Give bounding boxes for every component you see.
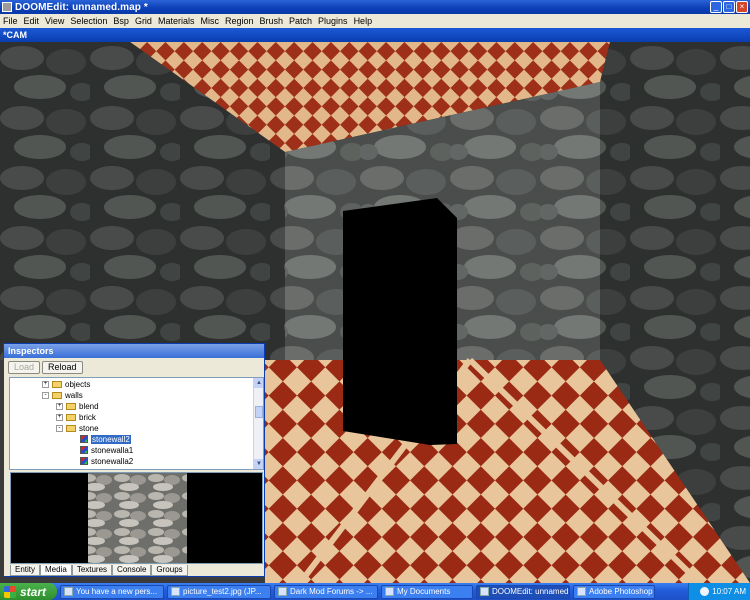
menu-plugins[interactable]: Plugins: [318, 16, 348, 26]
scrollbar-thumb[interactable]: [255, 406, 263, 418]
tree-item-stone[interactable]: - stone: [56, 423, 99, 433]
browser-icon: [64, 587, 73, 596]
tree-item-objects[interactable]: + objects: [42, 379, 90, 389]
desktop: DOOMEdit: unnamed.map * _ □ × File Edit …: [0, 0, 750, 600]
task-photoshop[interactable]: Adobe Photoshop: [573, 584, 655, 599]
menu-selection[interactable]: Selection: [70, 16, 107, 26]
stone-texture-image: [88, 473, 187, 563]
camera-window-header: *CAM: [0, 28, 750, 42]
menu-view[interactable]: View: [45, 16, 64, 26]
menu-edit[interactable]: Edit: [24, 16, 40, 26]
start-button[interactable]: start: [0, 583, 57, 600]
inspectors-title: Inspectors: [4, 344, 264, 358]
media-tree[interactable]: + objects - walls + blend + brick - ston…: [9, 377, 264, 470]
maximize-button[interactable]: □: [723, 1, 735, 13]
scroll-down-icon[interactable]: ▼: [254, 459, 263, 469]
window-title: DOOMEdit: unnamed.map *: [15, 1, 148, 13]
tree-item-stonewall2[interactable]: stonewall2: [80, 434, 131, 444]
clock[interactable]: 10:07 AM: [712, 587, 746, 596]
tree-item-stonewalla1[interactable]: stonewalla1: [80, 445, 133, 455]
folder-icon: [66, 424, 76, 432]
inspectors-panel: Inspectors Load Reload + objects - walls…: [3, 343, 265, 577]
material-icon: [80, 435, 88, 443]
browser-icon: [278, 587, 287, 596]
taskbar: start You have a new pers... picture_tes…: [0, 583, 750, 600]
menu-file[interactable]: File: [3, 16, 18, 26]
menu-misc[interactable]: Misc: [200, 16, 219, 26]
tab-textures[interactable]: Textures: [71, 565, 113, 576]
task-messenger[interactable]: You have a new pers...: [60, 584, 164, 599]
tab-media[interactable]: Media: [40, 565, 72, 576]
expand-icon[interactable]: +: [56, 402, 63, 410]
inspector-tabs: Entity Media Textures Console Groups: [10, 565, 188, 576]
minimize-button[interactable]: _: [710, 1, 722, 13]
menu-region[interactable]: Region: [225, 16, 254, 26]
texture-preview: [10, 472, 263, 564]
load-button[interactable]: Load: [8, 361, 41, 374]
menu-patch[interactable]: Patch: [289, 16, 312, 26]
task-my-documents[interactable]: My Documents: [381, 584, 473, 599]
material-icon: [80, 446, 88, 454]
expand-icon[interactable]: +: [56, 468, 63, 469]
expand-icon[interactable]: +: [42, 380, 49, 388]
material-icon: [80, 457, 88, 465]
menu-help[interactable]: Help: [354, 16, 373, 26]
menu-brush[interactable]: Brush: [260, 16, 284, 26]
tree-scrollbar[interactable]: ▲ ▼: [253, 378, 263, 469]
system-tray: 10:07 AM: [688, 583, 750, 600]
app-icon: [2, 2, 12, 12]
task-doomedit[interactable]: DOOMEdit: unnamed....: [476, 584, 570, 599]
tree-item-stonewalla2[interactable]: stonewalla2: [80, 456, 133, 466]
folder-icon: [66, 468, 76, 469]
close-button[interactable]: ×: [736, 1, 748, 13]
menu-materials[interactable]: Materials: [158, 16, 195, 26]
image-icon: [171, 587, 180, 596]
app-icon: [480, 587, 489, 596]
task-picture[interactable]: picture_test2.jpg (JP...: [167, 584, 271, 599]
collapse-icon[interactable]: -: [42, 391, 49, 399]
expand-icon[interactable]: +: [56, 413, 63, 421]
tree-item-walls[interactable]: - walls: [42, 390, 83, 400]
windows-flag-icon: [4, 585, 16, 598]
reload-button[interactable]: Reload: [42, 361, 83, 374]
tab-console[interactable]: Console: [112, 565, 152, 576]
tab-groups[interactable]: Groups: [151, 565, 188, 576]
tab-entity[interactable]: Entity: [10, 565, 41, 576]
folder-icon: [52, 380, 62, 388]
menu-grid[interactable]: Grid: [135, 16, 152, 26]
folder-icon: [385, 587, 394, 596]
photoshop-icon: [577, 587, 586, 596]
folder-icon: [66, 402, 76, 410]
start-label: start: [20, 584, 47, 599]
tray-icon[interactable]: [700, 587, 710, 596]
tree-item-surfaces[interactable]: + surfaces: [56, 467, 109, 469]
title-bar[interactable]: DOOMEdit: unnamed.map * _ □ ×: [0, 0, 750, 14]
collapse-icon[interactable]: -: [56, 424, 63, 432]
folder-icon: [52, 391, 62, 399]
tree-item-blend[interactable]: + blend: [56, 401, 99, 411]
task-forums[interactable]: Dark Mod Forums -> ...: [274, 584, 378, 599]
menu-bsp[interactable]: Bsp: [113, 16, 129, 26]
menu-bar: File Edit View Selection Bsp Grid Materi…: [0, 14, 750, 28]
scroll-up-icon[interactable]: ▲: [254, 378, 263, 388]
tree-item-brick[interactable]: + brick: [56, 412, 96, 422]
folder-icon: [66, 413, 76, 421]
